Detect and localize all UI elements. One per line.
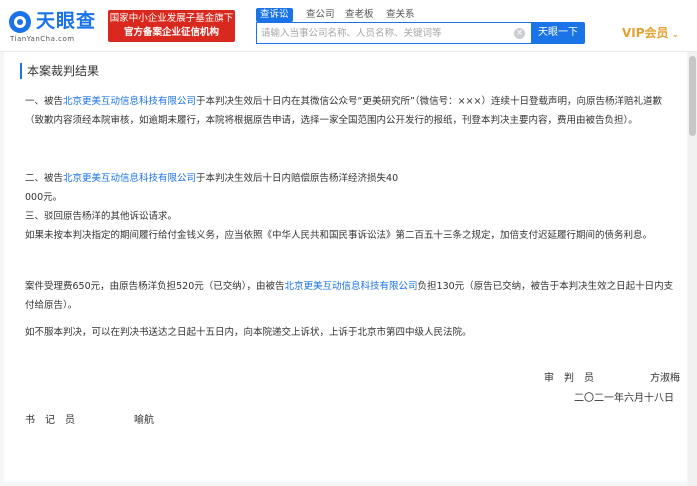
judgment-date: 二〇二一年六月十八日	[574, 393, 674, 404]
vip-member-button[interactable]: VIP会员 ⌄	[622, 24, 679, 42]
search-button[interactable]: 天眼一下	[531, 22, 585, 44]
judgment-item-2: 二、被告北京更美互动信息科技有限公司于本判决生效后十日内赔偿原告杨洋经济损失40…	[25, 173, 399, 203]
company-link[interactable]: 北京更美互动信息科技有限公司	[63, 173, 196, 184]
company-link[interactable]: 北京更美互动信息科技有限公司	[285, 281, 418, 292]
page-scrollbar[interactable]	[688, 52, 697, 486]
company-link[interactable]: 北京更美互动信息科技有限公司	[63, 96, 196, 107]
logo-text: 天眼查	[36, 10, 97, 32]
judgment-delay-interest: 如果未按本判决指定的期间履行给付金钱义务，应当依照《中华人民共和国民事诉讼法》第…	[25, 230, 653, 241]
scrollbar-thumb[interactable]	[689, 56, 696, 136]
judgment-result-card: 本案裁判结果 一、被告北京更美互动信息科技有限公司于本判决生效后十日内在其微信公…	[4, 52, 687, 482]
eye-logo-icon	[9, 11, 31, 33]
tab-lawsuit[interactable]: 查诉讼	[256, 8, 293, 22]
tab-company[interactable]: 查公司	[306, 8, 335, 22]
logo-subtitle: TianYanCha.com	[10, 35, 75, 43]
chevron-down-icon: ⌄	[671, 30, 680, 40]
vip-label: VIP会员	[622, 26, 669, 40]
section-title: 本案裁判结果	[20, 63, 99, 79]
clerk-name: 喻航	[134, 415, 154, 426]
judgment-court-fee: 案件受理费650元，由原告杨洋负担520元（已交纳），由被告北京更美互动信息科技…	[25, 281, 674, 311]
banner-line-2: 官方备案企业征信机构	[123, 27, 219, 38]
search-input[interactable]	[261, 23, 511, 43]
judge-title: 审 判 员	[544, 373, 594, 384]
tab-boss[interactable]: 查老板	[345, 8, 374, 22]
judgment-item-3: 三、驳回原告杨洋的其他诉讼请求。	[25, 211, 178, 222]
tab-relation[interactable]: 查关系	[386, 8, 415, 22]
clear-icon[interactable]: ×	[514, 28, 525, 39]
search-box: ×	[256, 22, 531, 44]
clerk-title: 书 记 员	[25, 415, 75, 426]
tianyancha-logo[interactable]: 天眼查 TianYanCha.com	[8, 8, 104, 44]
credit-agency-banner[interactable]: 国家中小企业发展子基金旗下 官方备案企业征信机构	[108, 10, 235, 42]
judgment-appeal-notice: 如不服本判决，可以在判决书送达之日起十五日内，向本院递交上诉状，上诉于北京市第四…	[25, 327, 472, 338]
top-header: 天眼查 TianYanCha.com 国家中小企业发展子基金旗下 官方备案企业征…	[0, 0, 697, 52]
banner-line-1: 国家中小企业发展子基金旗下	[109, 13, 234, 24]
judge-name: 方淑梅	[650, 373, 680, 384]
judgment-item-1: 一、被告北京更美互动信息科技有限公司于本判决生效后十日内在其微信公众号“更美研究…	[25, 96, 663, 126]
